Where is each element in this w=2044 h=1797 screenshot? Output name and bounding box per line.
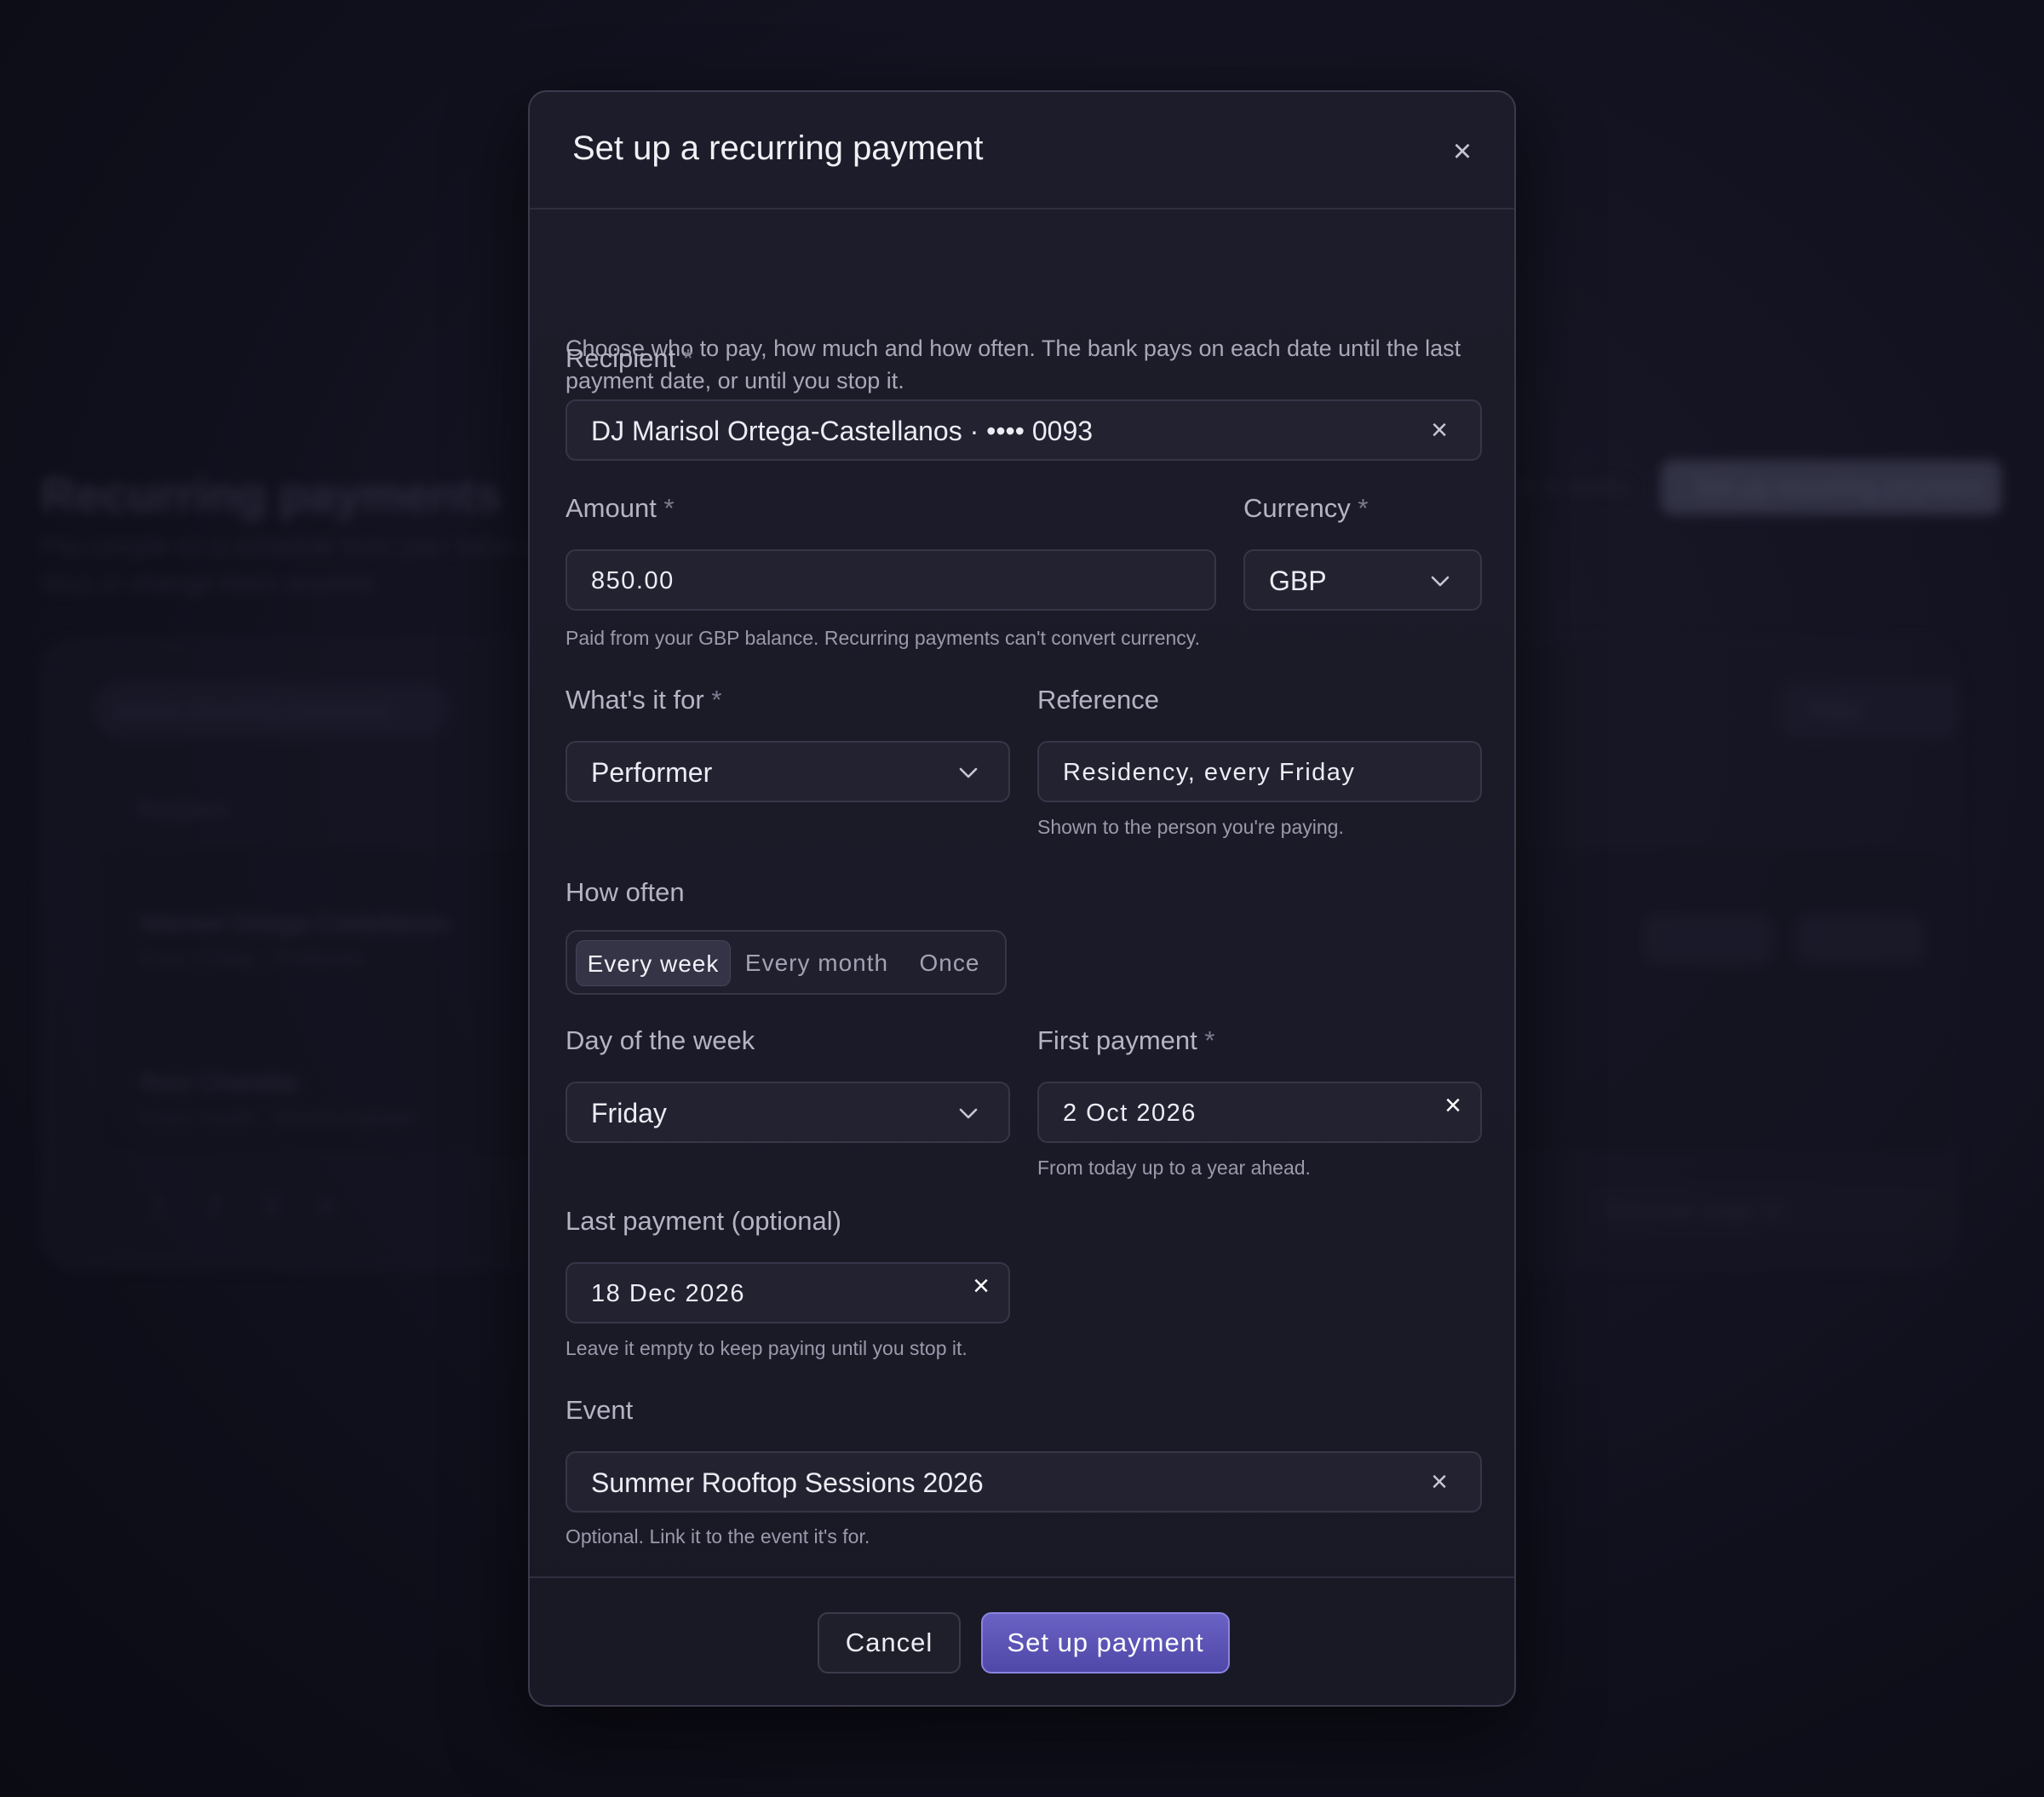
bg-row-title: Ravi Chandra (141, 1069, 297, 1097)
purpose-label-text: What's it for (566, 685, 704, 715)
amount-input[interactable]: 850.00 (566, 549, 1216, 611)
clear-recipient-icon[interactable]: × (1424, 415, 1455, 445)
first-payment-value: 2 Oct 2026 (1063, 1099, 1197, 1127)
event-field[interactable]: Summer Rooftop Sessions 2026 × (566, 1451, 1482, 1513)
first-payment-hint: From today up to a year ahead. (1037, 1157, 1311, 1179)
last-payment-value: 18 Dec 2026 (591, 1280, 745, 1307)
day-of-week-label: Day of the week (566, 1025, 755, 1055)
frequency-option-every-month[interactable]: Every month (738, 940, 896, 986)
recipient-label: Recipient * (566, 343, 693, 374)
dialog-footer: Cancel Set up payment (530, 1576, 1514, 1705)
last-payment-label: Last payment (optional) (566, 1206, 841, 1236)
cancel-button[interactable]: Cancel (818, 1612, 961, 1674)
event-value: Summer Rooftop Sessions 2026 (591, 1467, 984, 1498)
first-payment-label: First payment * (1037, 1025, 1214, 1056)
recipient-value: DJ Marisol Ortega-Castellanos · •••• 009… (591, 416, 1094, 446)
set-up-payment-button[interactable]: Set up payment (981, 1612, 1230, 1674)
bg-page-number: 4 (319, 1192, 333, 1219)
frequency-segmented-control: Every week Every month Once (566, 930, 1007, 995)
frequency-label: How often (566, 877, 685, 907)
currency-value: GBP (1269, 566, 1327, 596)
purpose-select[interactable]: Performer (566, 741, 1010, 802)
bg-page-number: 2 (209, 1192, 222, 1219)
amount-hint: Paid from your GBP balance. Recurring pa… (566, 627, 1200, 649)
clear-event-icon[interactable]: × (1424, 1467, 1455, 1497)
amount-label-text: Amount (566, 493, 657, 523)
recipient-field[interactable]: DJ Marisol Ortega-Castellanos · •••• 009… (566, 399, 1482, 461)
currency-label: Currency * (1243, 493, 1368, 524)
clear-first-payment-icon[interactable]: × (1438, 1090, 1468, 1121)
amount-label: Amount * (566, 493, 675, 524)
currency-select[interactable]: GBP (1243, 549, 1482, 611)
first-payment-label-text: First payment (1037, 1025, 1197, 1055)
purpose-label: What's it for * (566, 685, 721, 715)
bg-subtitle-line: Stop or change them anytime. (41, 570, 382, 598)
last-payment-hint: Leave it empty to keep paying until you … (566, 1337, 967, 1359)
day-of-week-select[interactable]: Friday (566, 1082, 1010, 1143)
required-marker: * (1204, 1025, 1215, 1055)
bg-page-number: 3 (264, 1192, 278, 1219)
bg-page-number: 1 (153, 1192, 167, 1219)
bg-row-meta: Every Friday · Performer (141, 947, 365, 970)
clear-last-payment-icon[interactable]: × (966, 1271, 996, 1301)
required-marker: * (682, 343, 693, 373)
amount-value: 850.00 (591, 567, 675, 594)
bg-tab-label: Active recurring payments (115, 697, 391, 723)
bg-filter-button (1780, 681, 1959, 738)
bg-row-action (1797, 916, 1925, 963)
reference-input[interactable]: Residency, every Friday (1037, 741, 1482, 802)
bg-page-title: Recurring payments (41, 468, 502, 521)
dialog-title: Set up a recurring payment (572, 129, 984, 167)
recipient-label-text: Recipient (566, 343, 676, 373)
bg-primary-button-label: Set up recurring payment (1695, 474, 1982, 502)
close-icon[interactable]: × (1445, 135, 1479, 169)
frequency-option-every-week[interactable]: Every week (576, 940, 731, 986)
bg-subtitle-line: Pay people on a schedule from your balan… (41, 532, 554, 560)
bg-row-action (1644, 916, 1771, 963)
bg-row-title: Marisol Ortega-Castellanos (141, 910, 451, 938)
currency-label-text: Currency (1243, 493, 1351, 523)
event-hint: Optional. Link it to the event it's for. (566, 1525, 870, 1547)
reference-value: Residency, every Friday (1063, 759, 1356, 786)
required-marker: * (663, 493, 675, 523)
frequency-option-once[interactable]: Once (903, 940, 996, 986)
purpose-value: Performer (591, 757, 713, 788)
chevron-down-icon (1431, 576, 1450, 587)
day-of-week-value: Friday (591, 1098, 667, 1128)
bg-row-meta: Every month · Sound engineer (141, 1106, 418, 1129)
event-label: Event (566, 1395, 634, 1425)
dialog-header: Set up a recurring payment × (530, 92, 1514, 210)
bg-page-subtitle: Pay people on a schedule from your balan… (41, 528, 554, 603)
reference-label: Reference (1037, 685, 1160, 715)
first-payment-date-input[interactable]: 2 Oct 2026 × (1037, 1082, 1482, 1143)
chevron-down-icon (959, 1108, 978, 1119)
bg-column-header: Recipient (136, 796, 229, 822)
reference-hint: Shown to the person you're paying. (1037, 816, 1344, 838)
dialog-intro: Choose who to pay, how much and how ofte… (566, 336, 1461, 393)
bg-filter-label: Filter (1810, 697, 1863, 723)
last-payment-date-input[interactable]: 18 Dec 2026 × (566, 1262, 1010, 1323)
required-marker: * (1358, 493, 1369, 523)
required-marker: * (711, 685, 722, 715)
recurring-payment-dialog: Set up a recurring payment × Choose who … (528, 90, 1516, 1707)
bg-rows-per-page-label: Rows per page 10 (1605, 1197, 1786, 1222)
chevron-down-icon (959, 767, 978, 778)
